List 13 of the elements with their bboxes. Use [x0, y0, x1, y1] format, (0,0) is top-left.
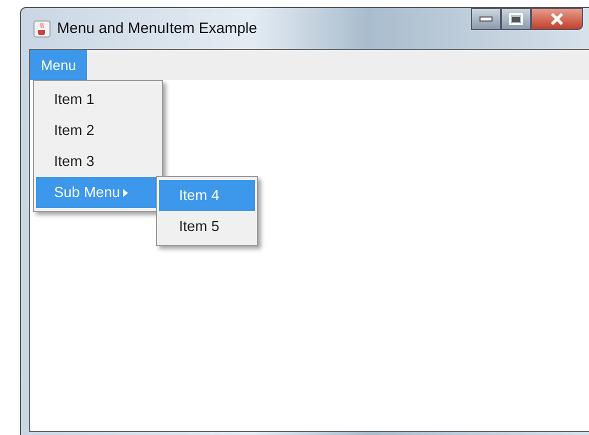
menu-item[interactable]: Item 1 [36, 84, 160, 115]
window-title: Menu and MenuItem Example [57, 20, 258, 37]
menu-item[interactable]: Item 5 [159, 211, 255, 242]
menu-item[interactable]: Item 2 [36, 115, 160, 146]
minimize-icon [479, 16, 493, 22]
cup-icon [33, 20, 51, 38]
minimize-button[interactable] [471, 8, 501, 30]
arrow-icon [123, 188, 128, 196]
close-button[interactable] [531, 8, 583, 30]
menu-item[interactable]: Item 3 [36, 146, 160, 177]
maximize-button[interactable] [501, 8, 531, 30]
close-icon [550, 13, 564, 25]
maximize-icon [509, 13, 523, 25]
